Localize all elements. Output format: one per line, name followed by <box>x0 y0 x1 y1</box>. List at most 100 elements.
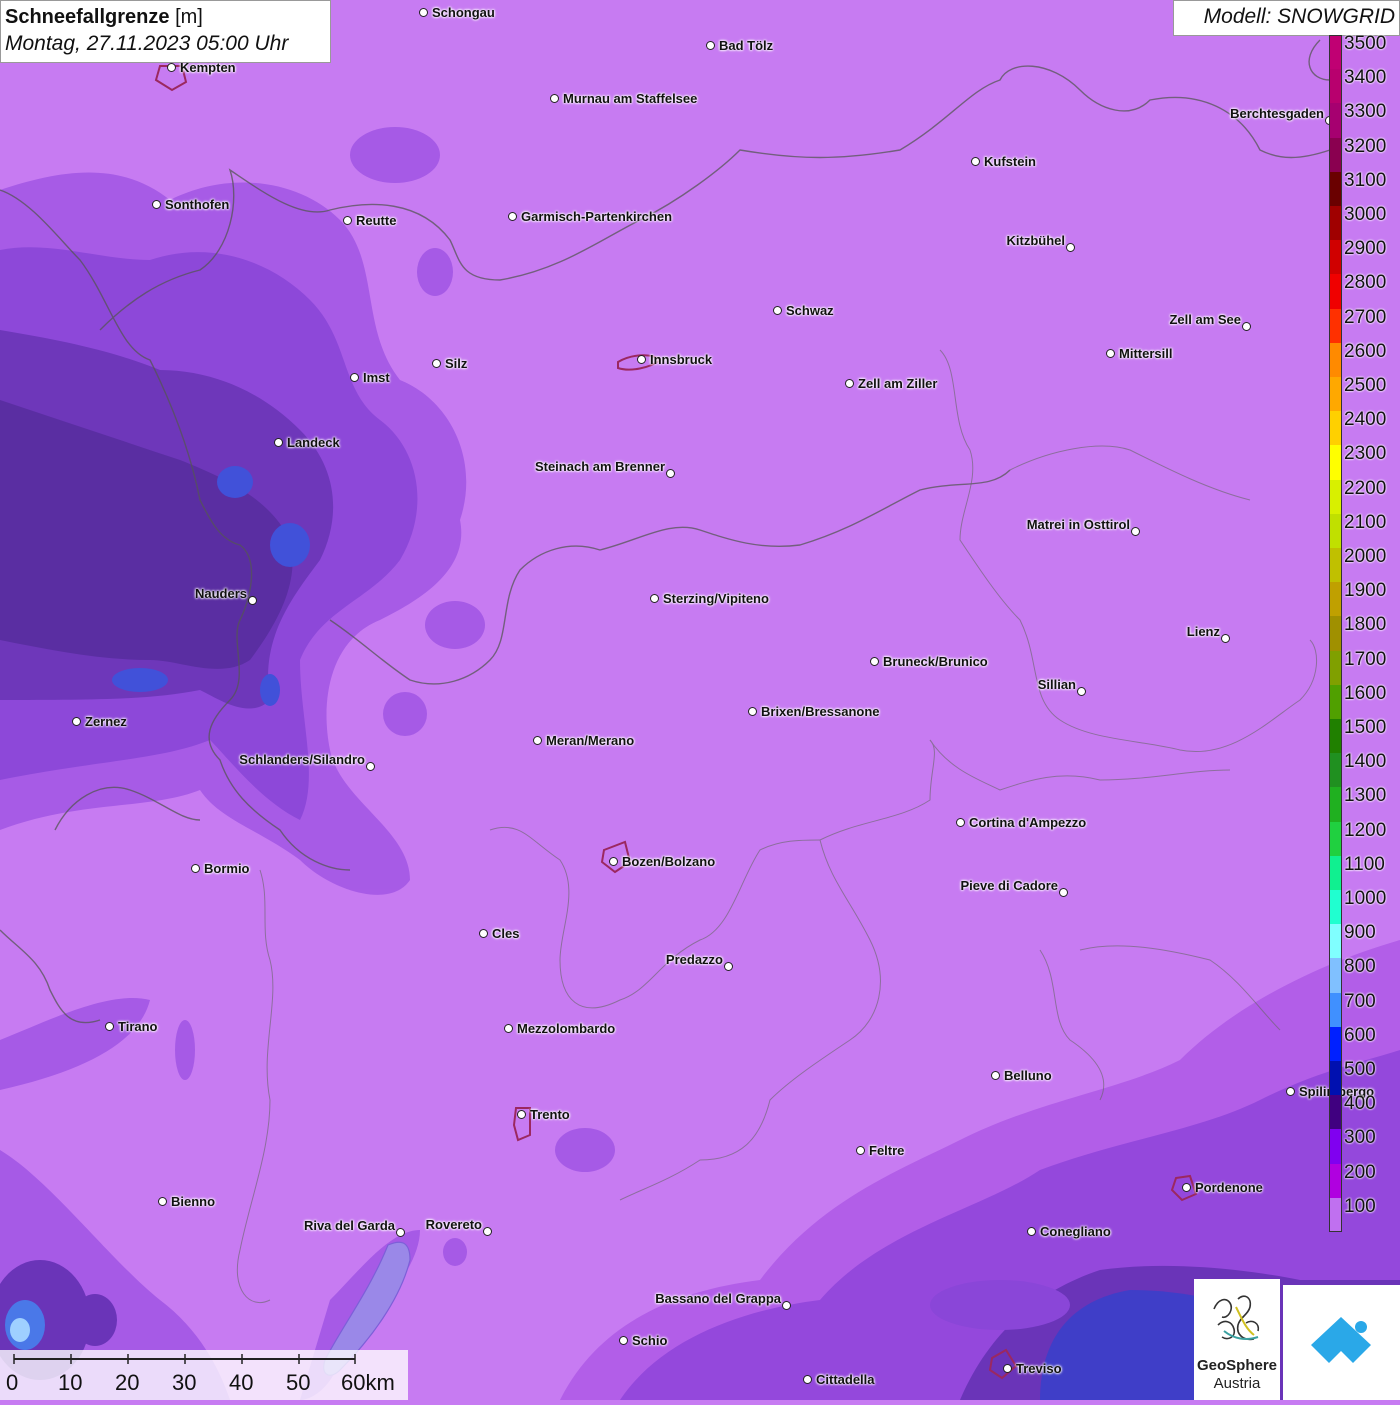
city-marker[interactable] <box>609 857 618 866</box>
city-marker[interactable] <box>419 8 428 17</box>
model-label: Modell: SNOWGRID <box>1173 0 1400 36</box>
city-marker[interactable] <box>550 94 559 103</box>
city-marker[interactable] <box>1077 687 1086 696</box>
legend-label: 700 <box>1344 990 1376 1012</box>
city-marker[interactable] <box>105 1022 114 1031</box>
city-marker[interactable] <box>274 438 283 447</box>
scale-label-20: 20 <box>115 1370 140 1395</box>
city-marker[interactable] <box>706 41 715 50</box>
legend-label: 1500 <box>1344 717 1387 738</box>
city-label: Treviso <box>1016 1361 1062 1376</box>
city-marker[interactable] <box>191 864 200 873</box>
city-label: Cittadella <box>816 1372 875 1387</box>
color-legend: 3500 3400 3300 3200 3100 3000 2900 2800 2700 2600… <box>1328 33 1400 1235</box>
legend-label: 100 <box>1344 1195 1376 1217</box>
city-label: Riva del Garda <box>303 1218 395 1233</box>
legend-label: 500 <box>1344 1059 1376 1080</box>
legend-label: 3400 <box>1344 67 1387 89</box>
city-label: Landeck <box>287 435 340 450</box>
city-label: Schongau <box>432 5 495 20</box>
map-datetime: Montag, 27.11.2023 05:00 Uhr <box>5 32 289 55</box>
city-marker[interactable] <box>350 373 359 382</box>
city-marker[interactable] <box>1027 1227 1036 1236</box>
city-label: Cles <box>492 926 520 941</box>
city-label: Berchtesgaden <box>1230 106 1324 121</box>
city-marker[interactable] <box>845 379 854 388</box>
city-marker[interactable] <box>748 707 757 716</box>
city-label: Nauders <box>194 586 247 601</box>
city-label: Kitzbühel <box>1006 233 1066 248</box>
city-label: Kempten <box>180 60 236 75</box>
city-marker[interactable] <box>396 1228 405 1237</box>
city-label: Kufstein <box>984 154 1036 169</box>
parameter-name: Schneefallgrenze <box>5 6 170 28</box>
city-marker[interactable] <box>773 306 782 315</box>
city-marker[interactable] <box>343 216 352 225</box>
city-label: Trento <box>530 1107 570 1122</box>
legend-label: 1800 <box>1344 614 1387 636</box>
city-marker[interactable] <box>432 359 441 368</box>
city-marker[interactable] <box>1131 527 1140 536</box>
city-marker[interactable] <box>666 469 675 478</box>
city-marker[interactable] <box>724 962 733 971</box>
legend-label: 2800 <box>1344 272 1387 294</box>
city-marker[interactable] <box>167 63 176 72</box>
city-marker[interactable] <box>508 212 517 221</box>
city-marker[interactable] <box>1003 1364 1012 1373</box>
city-label: Bienno <box>171 1194 216 1209</box>
scale-label-40: 40 <box>229 1370 254 1395</box>
city-marker[interactable] <box>1182 1183 1191 1192</box>
city-label: Sillian <box>1037 677 1076 692</box>
city-marker[interactable] <box>956 818 965 827</box>
city-marker[interactable] <box>366 762 375 771</box>
city-marker[interactable] <box>152 200 161 209</box>
city-label: Lienz <box>1186 624 1220 639</box>
city-marker[interactable] <box>1106 349 1115 358</box>
city-marker[interactable] <box>533 736 542 745</box>
legend-label: 1400 <box>1344 751 1387 773</box>
city-marker[interactable] <box>1221 634 1230 643</box>
city-marker[interactable] <box>1059 888 1068 897</box>
city-label: Mittersill <box>1119 346 1173 361</box>
city-marker[interactable] <box>1242 322 1251 331</box>
city-marker[interactable] <box>1286 1087 1295 1096</box>
city-marker[interactable] <box>870 657 879 666</box>
city-marker[interactable] <box>479 929 488 938</box>
city-label: Silz <box>445 356 468 371</box>
legend-label: 3500 <box>1344 33 1387 54</box>
legend-label: 1700 <box>1344 648 1387 670</box>
city-marker[interactable] <box>650 594 659 603</box>
scale-label-0: 0 <box>6 1370 19 1395</box>
city-marker[interactable] <box>619 1336 628 1345</box>
city-label: Pordenone <box>1195 1180 1263 1195</box>
city-marker[interactable] <box>971 157 980 166</box>
city-marker[interactable] <box>856 1146 865 1155</box>
geosphere-austria-logo[interactable]: GeoSphere Austria <box>1194 1279 1280 1400</box>
city-marker[interactable] <box>991 1071 1000 1080</box>
city-marker[interactable] <box>248 596 257 605</box>
city-marker[interactable] <box>158 1197 167 1206</box>
legend-label: 1300 <box>1344 785 1387 807</box>
city-label: Sonthofen <box>165 197 230 212</box>
legend-label: 2300 <box>1344 443 1387 465</box>
city-label: Predazzo <box>665 952 723 967</box>
legend-label: 1000 <box>1344 888 1387 909</box>
city-marker[interactable] <box>504 1024 513 1033</box>
city-label: Zernez <box>85 714 127 729</box>
city-marker[interactable] <box>1066 243 1075 252</box>
legend-label: 200 <box>1344 1161 1376 1183</box>
snowgrid-logo[interactable] <box>1283 1285 1400 1400</box>
city-marker[interactable] <box>483 1227 492 1236</box>
city-label: Sterzing/Vipiteno <box>663 591 769 606</box>
city-marker[interactable] <box>782 1301 791 1310</box>
city-label: Garmisch-Partenkirchen <box>521 209 673 224</box>
city-label: Zell am Ziller <box>858 376 938 391</box>
legend-label: 2700 <box>1344 306 1387 328</box>
city-marker[interactable] <box>72 717 81 726</box>
legend-label: 400 <box>1344 1093 1376 1115</box>
city-marker[interactable] <box>517 1110 526 1119</box>
city-marker[interactable] <box>637 355 646 364</box>
geosphere-name-line2: Austria <box>1213 1375 1261 1392</box>
city-label: Schwaz <box>786 303 834 318</box>
city-marker[interactable] <box>803 1375 812 1384</box>
